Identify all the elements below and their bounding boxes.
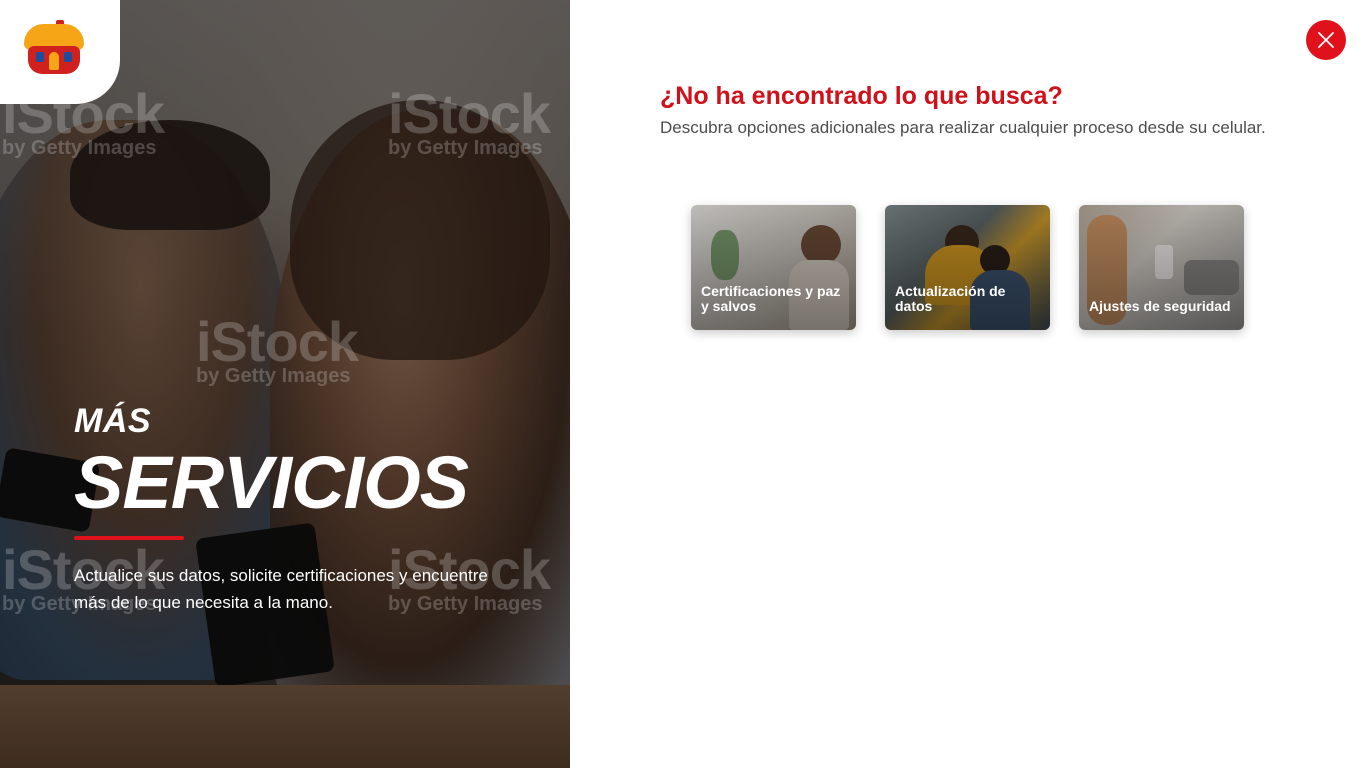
hero-kicker: MÁS xyxy=(74,402,152,440)
house-logo-icon xyxy=(22,20,86,76)
page-subheading: Descubra opciones adicionales para reali… xyxy=(660,118,1266,137)
card-actualizacion-datos[interactable]: Actualización de datos xyxy=(885,205,1050,330)
card-certificaciones[interactable]: Certificaciones y paz y salvos xyxy=(691,205,856,330)
logo-container[interactable] xyxy=(0,0,120,104)
close-button[interactable] xyxy=(1306,20,1346,60)
service-cards: Certificaciones y paz y salvos Actualiza… xyxy=(691,205,1244,330)
card-ajustes-seguridad[interactable]: Ajustes de seguridad xyxy=(1079,205,1244,330)
hero-content: MÁS SERVICIOS Actualice sus datos, solic… xyxy=(74,404,494,616)
hero-overlay xyxy=(0,0,570,768)
page-heading: ¿No ha encontrado lo que busca? xyxy=(660,82,1063,110)
hero-underline xyxy=(74,536,184,540)
close-icon xyxy=(1318,32,1334,48)
card-label: Actualización de datos xyxy=(895,283,1006,314)
card-label: Certificaciones y paz y salvos xyxy=(701,283,841,314)
hero-description: Actualice sus datos, solicite certificac… xyxy=(74,566,488,612)
hero-panel: iStock by Getty Images iStock by Getty Ima… xyxy=(0,0,570,768)
card-label: Ajustes de seguridad xyxy=(1089,298,1231,314)
hero-title: SERVICIOS xyxy=(74,441,469,524)
